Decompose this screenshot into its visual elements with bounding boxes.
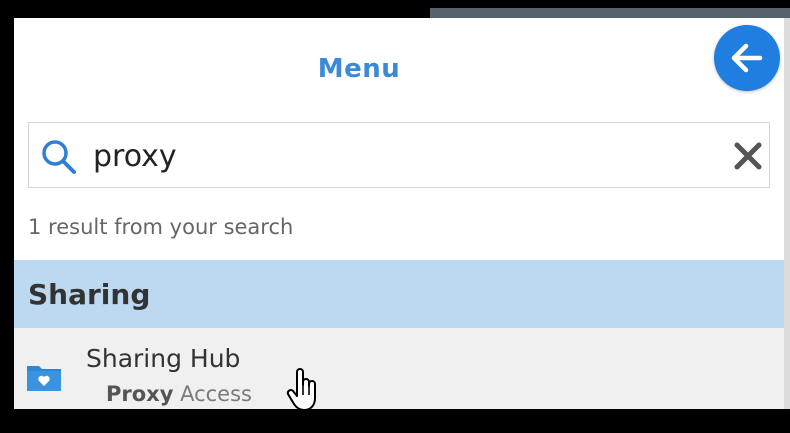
item-subtitle-match: Proxy — [106, 382, 174, 406]
item-subtitle: Proxy Access — [106, 382, 252, 406]
menu-title: Menu — [317, 54, 401, 84]
right-scroll-edge — [784, 18, 790, 409]
result-item-sharing-hub[interactable]: Sharing Hub Proxy Access — [14, 328, 784, 409]
search-box[interactable] — [28, 122, 770, 188]
close-icon[interactable] — [733, 141, 763, 171]
menu-panel: Menu 1 result from your search Sharing — [14, 18, 784, 409]
folder-heart-icon — [27, 366, 61, 391]
section-header: Sharing — [14, 260, 784, 328]
screenshot-frame: Menu 1 result from your search Sharing — [0, 0, 790, 433]
result-count: 1 result from your search — [28, 215, 294, 239]
back-button[interactable] — [714, 25, 780, 91]
item-subtitle-rest: Access — [173, 382, 252, 406]
search-input[interactable] — [93, 131, 693, 181]
search-icon — [42, 140, 76, 174]
item-title: Sharing Hub — [86, 344, 241, 373]
section-title: Sharing — [28, 278, 151, 311]
arrow-left-icon — [731, 43, 763, 73]
